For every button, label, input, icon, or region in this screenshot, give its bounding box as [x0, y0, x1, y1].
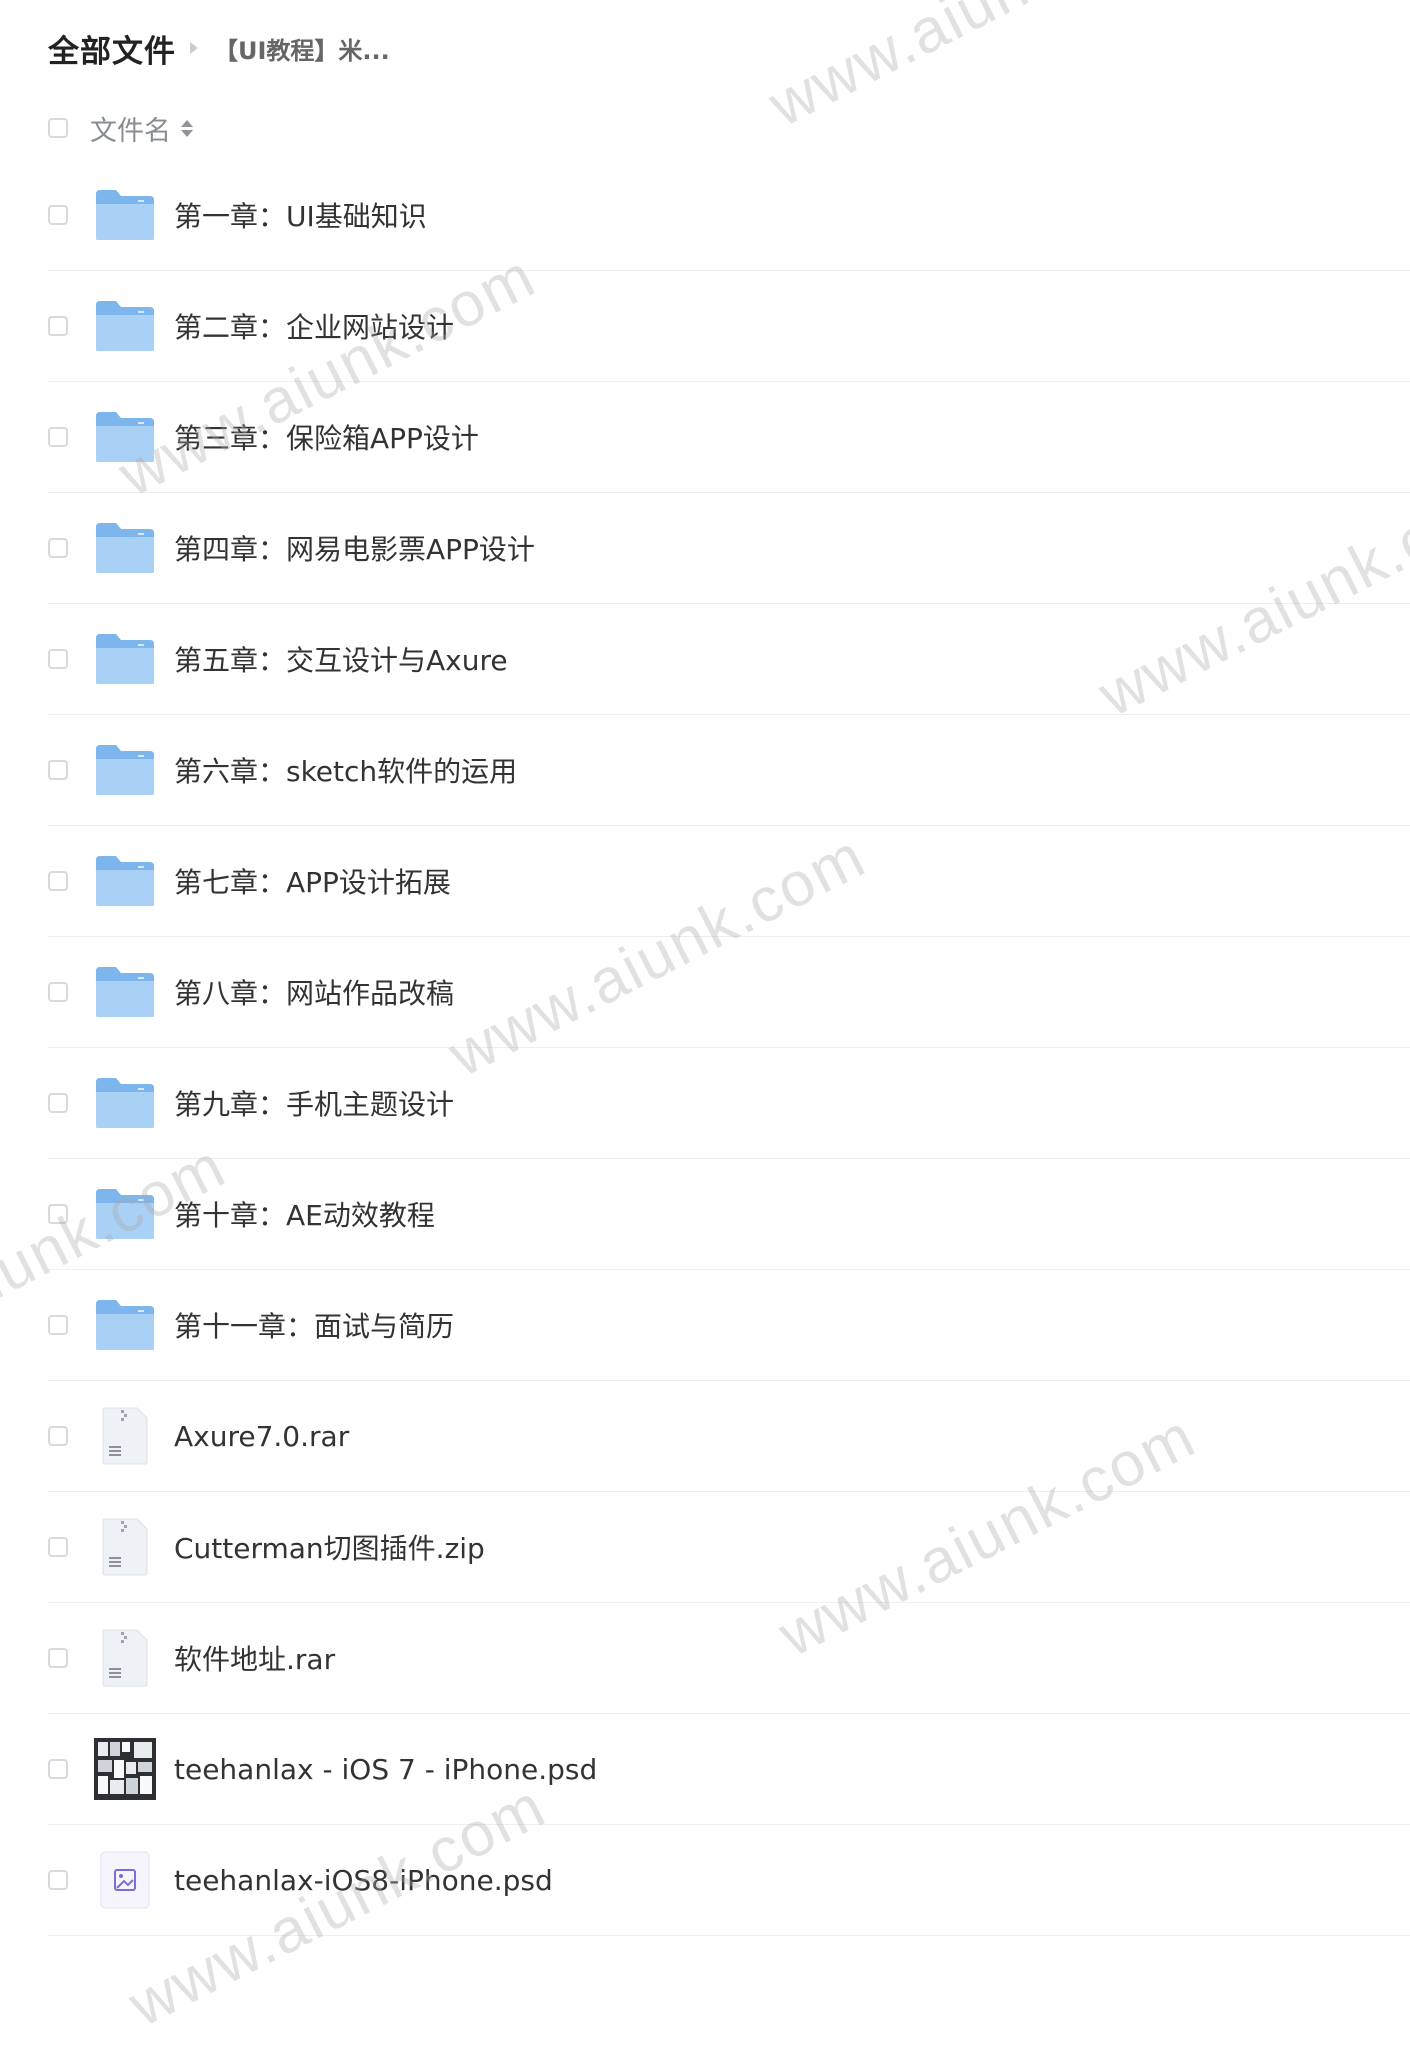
folder-icon[interactable] — [94, 961, 156, 1023]
psd-thumbnail-icon[interactable] — [94, 1738, 156, 1800]
file-name[interactable]: 第九章：手机主题设计 — [174, 1083, 454, 1123]
archive-file-icon[interactable] — [94, 1516, 156, 1578]
file-name[interactable]: Cutterman切图插件.zip — [174, 1527, 485, 1567]
breadcrumb-root[interactable]: 全部文件 — [48, 26, 176, 71]
file-select-checkbox[interactable] — [48, 982, 68, 1002]
file-row[interactable]: 第十一章：面试与简历 — [48, 1270, 1410, 1381]
file-name[interactable]: 第十一章：面试与简历 — [174, 1305, 454, 1345]
file-row[interactable]: 软件地址.rar — [48, 1603, 1410, 1714]
file-select-checkbox[interactable] — [48, 871, 68, 891]
file-name[interactable]: 第二章：企业网站设计 — [174, 306, 454, 346]
archive-file-icon[interactable] — [94, 1627, 156, 1689]
file-select-checkbox[interactable] — [48, 1537, 68, 1557]
folder-icon[interactable] — [94, 1072, 156, 1134]
file-name[interactable]: Axure7.0.rar — [174, 1420, 349, 1453]
sort-icon[interactable] — [181, 119, 193, 137]
file-select-checkbox[interactable] — [48, 1315, 68, 1335]
file-select-checkbox[interactable] — [48, 1426, 68, 1446]
file-row[interactable]: 第九章：手机主题设计 — [48, 1048, 1410, 1159]
breadcrumb-current[interactable]: 【UI教程】米... — [214, 31, 390, 66]
file-row[interactable]: 第八章：网站作品改稿 — [48, 937, 1410, 1048]
file-row[interactable]: 第三章：保险箱APP设计 — [48, 382, 1410, 493]
select-all-checkbox[interactable] — [48, 118, 68, 138]
file-select-checkbox[interactable] — [48, 538, 68, 558]
folder-icon[interactable] — [94, 406, 156, 468]
breadcrumb-separator-icon — [190, 42, 198, 54]
folder-icon[interactable] — [94, 1183, 156, 1245]
file-name[interactable]: 软件地址.rar — [174, 1638, 335, 1678]
file-select-checkbox[interactable] — [48, 649, 68, 669]
file-select-checkbox[interactable] — [48, 1759, 68, 1779]
file-row[interactable]: 第五章：交互设计与Axure — [48, 604, 1410, 715]
file-row[interactable]: teehanlax-iOS8-iPhone.psd — [48, 1825, 1410, 1936]
file-select-checkbox[interactable] — [48, 1093, 68, 1113]
folder-icon[interactable] — [94, 1294, 156, 1356]
file-row[interactable]: Axure7.0.rar — [48, 1381, 1410, 1492]
file-row[interactable]: 第十章：AE动效教程 — [48, 1159, 1410, 1270]
file-row[interactable]: Cutterman切图插件.zip — [48, 1492, 1410, 1603]
folder-icon[interactable] — [94, 739, 156, 801]
file-name[interactable]: teehanlax - iOS 7 - iPhone.psd — [174, 1753, 597, 1786]
file-row[interactable]: 第四章：网易电影票APP设计 — [48, 493, 1410, 604]
file-row[interactable]: 第二章：企业网站设计 — [48, 271, 1410, 382]
file-select-checkbox[interactable] — [48, 205, 68, 225]
folder-icon[interactable] — [94, 850, 156, 912]
filename-column-header[interactable]: 文件名 — [90, 109, 171, 148]
file-select-checkbox[interactable] — [48, 760, 68, 780]
archive-file-icon[interactable] — [94, 1405, 156, 1467]
folder-icon[interactable] — [94, 517, 156, 579]
breadcrumb: 全部文件 【UI教程】米... — [48, 22, 390, 74]
file-name[interactable]: 第五章：交互设计与Axure — [174, 639, 508, 679]
file-name[interactable]: 第一章：UI基础知识 — [174, 195, 427, 235]
file-name[interactable]: 第三章：保险箱APP设计 — [174, 417, 479, 457]
file-row[interactable]: teehanlax - iOS 7 - iPhone.psd — [48, 1714, 1410, 1825]
watermark: www.aiunk.com — [758, 0, 1197, 141]
folder-icon[interactable] — [94, 295, 156, 357]
file-row[interactable]: 第一章：UI基础知识 — [48, 160, 1410, 271]
file-list: 第一章：UI基础知识 第二章：企业网站设计 第三章：保险箱APP设计第四章：网易电影… — [48, 160, 1410, 1936]
file-select-checkbox[interactable] — [48, 1870, 68, 1890]
file-list-header: 文件名 — [48, 106, 193, 150]
file-name[interactable]: 第四章：网易电影票APP设计 — [174, 528, 535, 568]
file-row[interactable]: 第六章：sketch软件的运用 — [48, 715, 1410, 826]
file-select-checkbox[interactable] — [48, 1204, 68, 1224]
file-name[interactable]: teehanlax-iOS8-iPhone.psd — [174, 1864, 553, 1897]
file-select-checkbox[interactable] — [48, 1648, 68, 1668]
file-name[interactable]: 第八章：网站作品改稿 — [174, 972, 454, 1012]
file-select-checkbox[interactable] — [48, 316, 68, 336]
file-name[interactable]: 第十章：AE动效教程 — [174, 1194, 435, 1234]
file-name[interactable]: 第六章：sketch软件的运用 — [174, 750, 517, 790]
file-select-checkbox[interactable] — [48, 427, 68, 447]
image-file-icon[interactable] — [94, 1849, 156, 1911]
file-row[interactable]: 第七章：APP设计拓展 — [48, 826, 1410, 937]
folder-icon[interactable] — [94, 628, 156, 690]
folder-icon[interactable] — [94, 184, 156, 246]
file-name[interactable]: 第七章：APP设计拓展 — [174, 861, 451, 901]
